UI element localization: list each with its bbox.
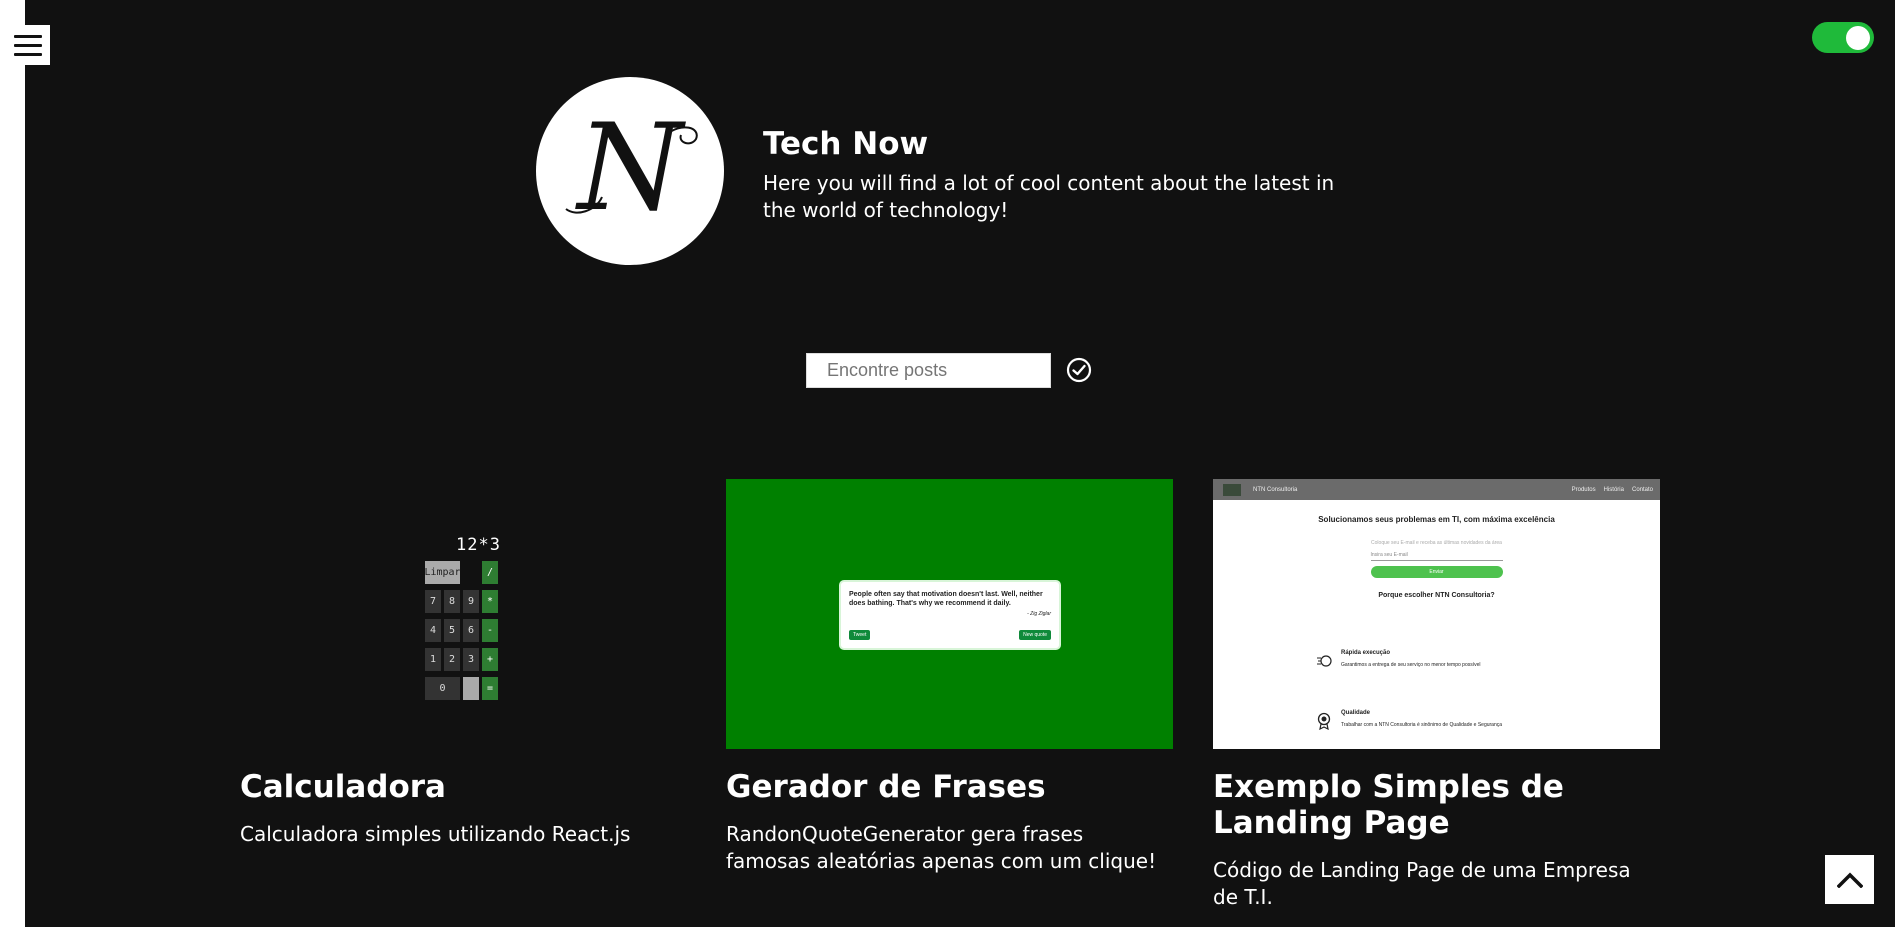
logo-n-glyph: N xyxy=(565,99,698,238)
feature-title: Qualidade xyxy=(1341,710,1371,716)
calculator-gap xyxy=(463,561,479,584)
landing-headline: Solucionamos seus problemas em TI, com m… xyxy=(1318,515,1555,524)
search-input[interactable] xyxy=(806,353,1051,388)
hamburger-menu-button[interactable] xyxy=(6,25,50,65)
landing-feature: Rápida execução Garantimos a entrega de … xyxy=(1341,650,1481,668)
landing-nav-item: Contato xyxy=(1631,486,1653,493)
calculator-key: 7 xyxy=(425,590,441,613)
toggle-knob xyxy=(1846,26,1870,50)
calculator-preview: 12*3 Limpar / 7 8 9 * 4 5 6 - 1 2 3 + 0 … xyxy=(424,535,501,700)
calculator-display: 12*3 xyxy=(456,535,501,555)
site-title: Tech Now xyxy=(763,126,929,162)
calculator-key: 0 xyxy=(425,677,460,700)
calculator-key: 9 xyxy=(463,590,479,613)
feature-title: Rápida execução xyxy=(1341,650,1391,656)
post-thumbnail[interactable]: 12*3 Limpar / 7 8 9 * 4 5 6 - 1 2 3 + 0 … xyxy=(240,479,687,749)
check-circle-icon xyxy=(1066,357,1092,383)
landing-brand: NTN Consultoria xyxy=(1253,486,1298,493)
landing-navbar: NTN Consultoria Produtos História Contat… xyxy=(1213,479,1660,500)
quality-medal-icon xyxy=(1317,712,1331,730)
post-description: Código de Landing Page de uma Empresa de… xyxy=(1213,858,1631,909)
calculator-key: 5 xyxy=(444,619,460,642)
chevron-up-icon xyxy=(1836,872,1863,888)
calculator-key: 6 xyxy=(463,619,479,642)
calculator-key: - xyxy=(482,619,498,642)
landing-nav-item: História xyxy=(1603,486,1624,493)
site-description: Here you will find a lot of cool content… xyxy=(763,171,1335,222)
calculator-key: 8 xyxy=(444,590,460,613)
new-quote-button: New quote xyxy=(1019,630,1051,640)
svg-text:N: N xyxy=(575,99,687,238)
landing-email-field: Insira seu E-mail xyxy=(1370,552,1503,561)
post-description: RandonQuoteGenerator gera frases famosas… xyxy=(726,822,1157,873)
landing-nav-item: Produtos xyxy=(1571,486,1596,493)
calculator-key: 2 xyxy=(444,648,460,671)
quote-preview: People often say that motivation doesn't… xyxy=(841,582,1059,648)
landing-feature: Qualidade Trabalhar com a NTN Consultori… xyxy=(1341,710,1502,728)
landing-email-hint: Coloque seu E-mail e receba as últimas n… xyxy=(1371,540,1502,546)
left-edge-strip xyxy=(0,0,25,927)
hamburger-line xyxy=(14,52,42,56)
theme-toggle-switch[interactable] xyxy=(1812,22,1874,53)
calculator-key: + xyxy=(482,648,498,671)
landing-logo xyxy=(1223,483,1241,496)
site-logo: N xyxy=(536,77,724,265)
quote-text: People often say that motivation doesn't… xyxy=(849,591,1043,607)
calculator-key-blank xyxy=(463,677,479,700)
hamburger-line xyxy=(14,43,42,47)
landing-section-title: Porque escolher NTN Consultoria? xyxy=(1378,592,1495,599)
post-thumbnail[interactable]: People often say that motivation doesn't… xyxy=(726,479,1173,749)
tweet-button: Tweet xyxy=(849,630,871,640)
calculator-key: / xyxy=(482,561,498,584)
post-title[interactable]: Calculadora xyxy=(240,769,687,805)
quote-author: - Zig Ziglar xyxy=(1027,611,1051,617)
fast-delivery-icon xyxy=(1317,655,1332,667)
calculator-keypad: Limpar / 7 8 9 * 4 5 6 - 1 2 3 + 0 = xyxy=(424,561,501,700)
post-title[interactable]: Gerador de Frases xyxy=(726,769,1173,805)
calculator-key: 3 xyxy=(463,648,479,671)
feature-text: Trabalhar com a NTN Consultoria é sinôni… xyxy=(1341,722,1503,728)
calculator-key: = xyxy=(482,677,498,700)
search-submit-button[interactable] xyxy=(1066,357,1092,383)
calculator-key: 4 xyxy=(425,619,441,642)
calculator-key: * xyxy=(482,590,498,613)
post-description: Calculadora simples utilizando React.js xyxy=(240,822,631,846)
post-card-gerador-de-frases[interactable]: People often say that motivation doesn't… xyxy=(726,479,1173,875)
scroll-to-top-button[interactable] xyxy=(1825,855,1874,904)
post-title[interactable]: Exemplo Simples de Landing Page xyxy=(1213,769,1660,841)
feature-text: Garantimos a entrega de seu serviço no m… xyxy=(1341,662,1481,668)
post-thumbnail[interactable]: NTN Consultoria Produtos História Contat… xyxy=(1213,479,1660,749)
hamburger-menu-icon xyxy=(14,34,42,38)
calculator-key: Limpar xyxy=(424,561,461,584)
post-card-calculadora[interactable]: 12*3 Limpar / 7 8 9 * 4 5 6 - 1 2 3 + 0 … xyxy=(240,479,687,848)
calculator-key: 1 xyxy=(425,648,441,671)
post-card-landing-page[interactable]: NTN Consultoria Produtos História Contat… xyxy=(1213,479,1660,911)
landing-cta-button: Enviar xyxy=(1370,566,1503,578)
